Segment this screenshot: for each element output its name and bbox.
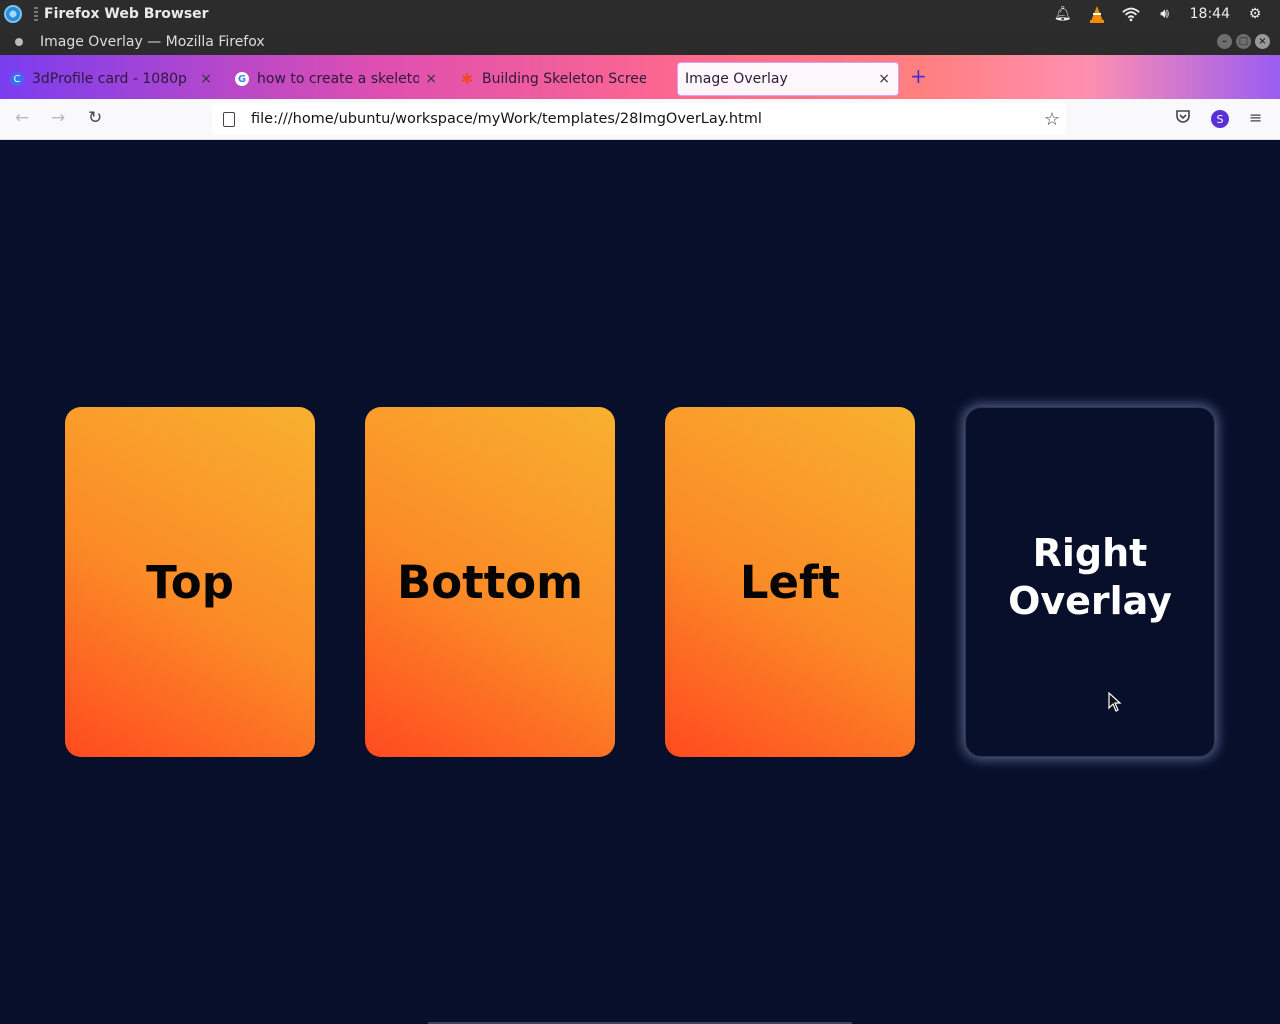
tab-close-icon[interactable]: × bbox=[200, 71, 212, 87]
settings-gear-icon[interactable]: ⚙ bbox=[1246, 5, 1264, 23]
forward-arrow-icon[interactable]: → bbox=[51, 108, 65, 128]
hamburger-menu-icon[interactable]: ≡ bbox=[1249, 108, 1262, 127]
tab-label: Building Skeleton Screen bbox=[482, 71, 646, 87]
bookmark-star-icon[interactable]: ☆ bbox=[1044, 109, 1060, 130]
overlay-card-top[interactable]: Top bbox=[65, 407, 315, 757]
drag-handle-icon bbox=[34, 7, 38, 21]
tab-label: 3dProfile card - 1080p bbox=[32, 71, 187, 87]
tab-3dprofile-card[interactable]: C 3dProfile card - 1080p × bbox=[10, 62, 220, 96]
system-tray: 🔔︎ 🔊︎ 18:44 ⚙ bbox=[1054, 0, 1280, 28]
maximize-button[interactable]: □ bbox=[1236, 34, 1251, 49]
tab-image-overlay[interactable]: Image Overlay × bbox=[677, 62, 899, 96]
volume-icon[interactable]: 🔊︎ bbox=[1156, 5, 1174, 23]
back-arrow-icon[interactable]: ← bbox=[15, 108, 29, 128]
tab-building-skeleton[interactable]: ✱ Building Skeleton Screen bbox=[460, 62, 670, 96]
minimize-button[interactable]: – bbox=[1217, 34, 1232, 49]
firefox-app-icon[interactable] bbox=[4, 5, 22, 23]
tab-strip: C 3dProfile card - 1080p × G how to crea… bbox=[0, 55, 1280, 99]
active-app-name[interactable]: Firefox Web Browser bbox=[44, 6, 209, 22]
tab-label: Image Overlay bbox=[685, 71, 788, 87]
card-label: Top bbox=[146, 555, 234, 609]
vlc-icon[interactable] bbox=[1088, 5, 1106, 23]
system-top-bar: Firefox Web Browser 🔔︎ 🔊︎ 18:44 ⚙ bbox=[0, 0, 1280, 28]
page-content: Top Bottom Left Right Overlay bbox=[0, 140, 1280, 1024]
overlay-card-bottom[interactable]: Bottom bbox=[365, 407, 615, 757]
reload-icon[interactable]: ↻ bbox=[88, 108, 102, 128]
card-overlay-text: Right Overlay bbox=[1008, 530, 1172, 626]
window-title-bar: Image Overlay — Mozilla Firefox – □ × bbox=[0, 28, 1280, 55]
card-label: Left bbox=[739, 555, 841, 609]
notification-bell-icon[interactable]: 🔔︎ bbox=[1054, 5, 1072, 23]
tab-skeleton-search[interactable]: G how to create a skeleton × bbox=[235, 62, 445, 96]
close-window-button[interactable]: × bbox=[1255, 34, 1270, 49]
pocket-icon[interactable] bbox=[1175, 108, 1191, 128]
card-label: Bottom bbox=[396, 555, 584, 609]
wifi-icon[interactable] bbox=[1121, 5, 1140, 23]
window-menu-icon[interactable] bbox=[15, 37, 23, 46]
window-title: Image Overlay — Mozilla Firefox bbox=[40, 33, 265, 50]
tab-favicon-icon: ✱ bbox=[460, 70, 474, 88]
navigation-bar: ← → ↻ file:///home/ubuntu/workspace/myWo… bbox=[0, 99, 1280, 140]
overlay-card-right[interactable]: Right Overlay bbox=[965, 407, 1215, 757]
account-avatar[interactable]: S bbox=[1211, 110, 1229, 128]
tab-favicon-icon: C bbox=[10, 72, 24, 86]
tab-close-icon[interactable]: × bbox=[878, 71, 890, 87]
google-favicon-icon: G bbox=[235, 72, 249, 86]
page-icon bbox=[223, 111, 235, 127]
url-text[interactable]: file:///home/ubuntu/workspace/myWork/tem… bbox=[251, 111, 762, 127]
tab-close-icon[interactable]: × bbox=[425, 71, 437, 87]
new-tab-button[interactable]: + bbox=[910, 64, 927, 88]
tab-label: how to create a skeleton bbox=[257, 71, 419, 87]
card-label-line2: Overlay bbox=[1008, 579, 1172, 623]
window-controls: – □ × bbox=[1217, 34, 1270, 49]
overlay-card-left[interactable]: Left bbox=[665, 407, 915, 757]
address-bar[interactable]: file:///home/ubuntu/workspace/myWork/tem… bbox=[212, 103, 1066, 135]
clock[interactable]: 18:44 bbox=[1190, 6, 1230, 22]
card-label-line1: Right bbox=[1032, 531, 1148, 576]
